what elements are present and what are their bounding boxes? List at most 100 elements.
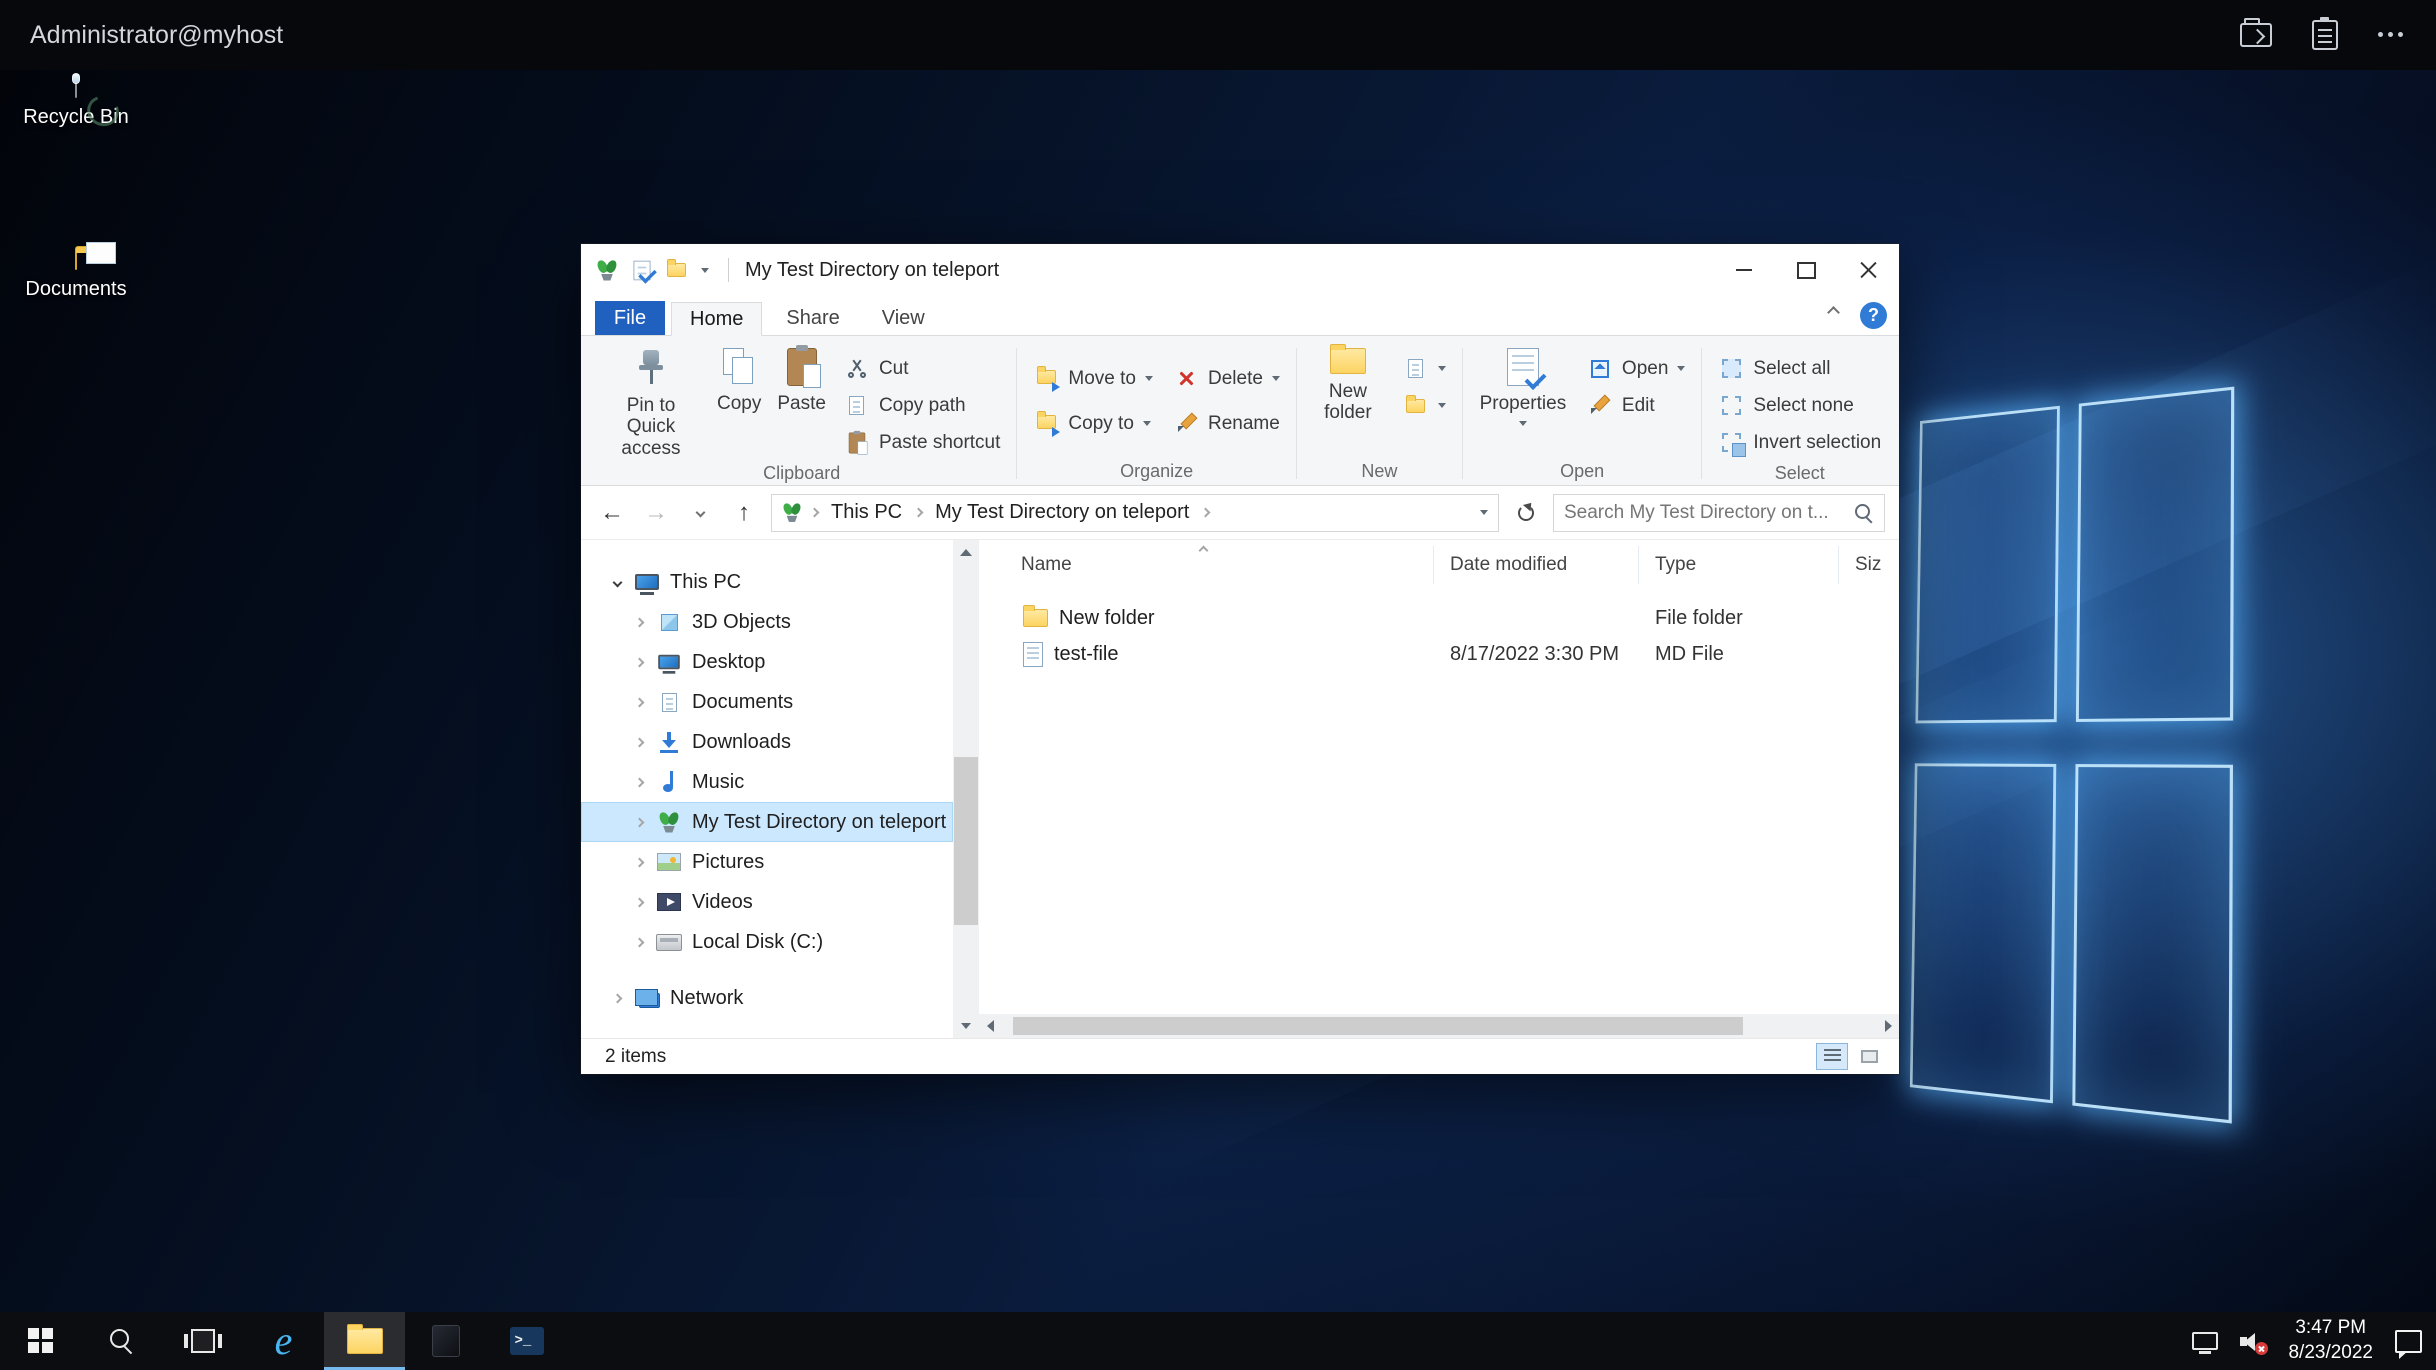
task-view-button[interactable] (162, 1312, 243, 1370)
properties-button[interactable]: Properties (1471, 342, 1575, 426)
nav-item-network[interactable]: Network (581, 978, 953, 1018)
copy-to-button[interactable]: Copy to (1025, 401, 1161, 446)
nav-item-downloads[interactable]: Downloads (581, 722, 953, 762)
breadcrumb-current-folder[interactable]: My Test Directory on teleport (931, 499, 1193, 526)
nav-item-desktop[interactable]: Desktop (581, 642, 953, 682)
rename-button[interactable]: Rename (1165, 401, 1288, 446)
address-bar[interactable]: This PC My Test Directory on teleport (771, 494, 1499, 532)
horizontal-scrollbar[interactable] (979, 1014, 1899, 1038)
expander-icon[interactable] (626, 619, 652, 626)
nav-vertical-scrollbar[interactable] (953, 540, 979, 1038)
nav-item-local-disk-c[interactable]: Local Disk (C:) (581, 922, 953, 962)
pin-to-quick-access-button[interactable]: Pin to Quick access (595, 342, 707, 459)
expander-icon[interactable] (626, 899, 652, 906)
expander-icon[interactable] (626, 859, 652, 866)
back-button[interactable]: ← (595, 496, 629, 530)
help-icon[interactable]: ? (1860, 302, 1887, 329)
expander-icon[interactable] (604, 995, 630, 1002)
scrollbar-thumb[interactable] (1013, 1017, 1743, 1035)
large-icons-view-button[interactable] (1853, 1043, 1885, 1070)
tab-share[interactable]: Share (768, 301, 857, 335)
file-transfer-icon[interactable] (2240, 23, 2272, 47)
search-icon[interactable] (1854, 503, 1874, 523)
pinned-app-button[interactable] (405, 1312, 486, 1370)
nav-item-3d-objects[interactable]: 3D Objects (581, 602, 953, 642)
expander-icon[interactable] (626, 819, 652, 826)
details-view-button[interactable] (1816, 1043, 1848, 1070)
desktop-icon-recycle-bin[interactable]: Recycle Bin (8, 80, 144, 129)
collapse-ribbon-icon[interactable] (1827, 306, 1840, 319)
customize-qat-caret-icon[interactable] (701, 268, 709, 273)
breadcrumb-this-pc[interactable]: This PC (827, 499, 906, 526)
tab-view[interactable]: View (864, 301, 943, 335)
invert-selection-button[interactable]: Invert selection (1710, 424, 1889, 461)
nav-item-my-test-directory[interactable]: My Test Directory on teleport (581, 802, 953, 842)
column-header-name[interactable]: Name (979, 546, 1434, 584)
nav-item-this-pc[interactable]: This PC (581, 562, 953, 602)
taskbar-clock[interactable]: 3:47 PM 8/23/2022 (2288, 1316, 2373, 1365)
new-item-button[interactable] (1395, 350, 1454, 387)
open-button[interactable]: Open (1579, 350, 1693, 387)
breadcrumb-chevron-icon[interactable] (1201, 508, 1211, 518)
copy-path-button[interactable]: Copy path (836, 387, 1008, 424)
new-folder-qat-icon[interactable] (667, 263, 686, 277)
scroll-right-icon[interactable] (1877, 1014, 1899, 1038)
easy-access-button[interactable] (1395, 387, 1454, 424)
select-all-button[interactable]: Select all (1710, 350, 1889, 387)
close-button[interactable] (1837, 244, 1899, 296)
start-button[interactable] (0, 1312, 81, 1370)
taskbar-search-button[interactable] (81, 1312, 162, 1370)
clipboard-icon[interactable] (2312, 20, 2338, 50)
forward-button[interactable]: → (639, 496, 673, 530)
delete-button[interactable]: Delete (1165, 356, 1288, 401)
address-dropdown-caret-icon[interactable] (1480, 510, 1488, 515)
action-center-icon[interactable] (2395, 1330, 2422, 1353)
column-header-date-modified[interactable]: Date modified (1434, 546, 1639, 584)
powershell-button[interactable]: >_ (486, 1312, 567, 1370)
select-none-button[interactable]: Select none (1710, 387, 1889, 424)
column-header-type[interactable]: Type (1639, 546, 1839, 584)
copy-button[interactable]: Copy (711, 342, 767, 414)
breadcrumb-chevron-icon[interactable] (914, 508, 924, 518)
scroll-left-icon[interactable] (979, 1014, 1001, 1038)
new-folder-button[interactable]: New folder (1305, 342, 1391, 424)
up-button[interactable]: ↑ (727, 496, 761, 530)
more-options-icon[interactable] (2378, 32, 2406, 38)
tab-home[interactable]: Home (671, 302, 762, 336)
file-row-test-file[interactable]: test-file 8/17/2022 3:30 PM MD File (979, 636, 1899, 672)
expander-icon[interactable] (626, 779, 652, 786)
paste-button[interactable]: Paste (771, 342, 832, 414)
paste-shortcut-button[interactable]: Paste shortcut (836, 424, 1008, 461)
expander-icon[interactable] (626, 739, 652, 746)
nav-item-pictures[interactable]: Pictures (581, 842, 953, 882)
scrollbar-thumb[interactable] (954, 757, 978, 925)
breadcrumb-chevron-icon[interactable] (810, 508, 820, 518)
maximize-button[interactable] (1775, 244, 1837, 296)
expander-icon[interactable] (604, 579, 630, 586)
nav-item-videos[interactable]: Videos (581, 882, 953, 922)
file-explorer-button[interactable] (324, 1312, 405, 1370)
edit-button[interactable]: Edit (1579, 387, 1693, 424)
minimize-button[interactable] (1713, 244, 1775, 296)
recent-locations-caret-icon[interactable] (683, 496, 717, 530)
column-header-size[interactable]: Siz (1839, 546, 1899, 584)
tray-volume-muted-icon[interactable] (2240, 1330, 2266, 1352)
refresh-button[interactable] (1509, 496, 1543, 530)
search-input[interactable] (1564, 502, 1846, 524)
cut-button[interactable]: Cut (836, 350, 1008, 387)
properties-qat-icon[interactable] (634, 260, 651, 280)
title-bar[interactable]: My Test Directory on teleport (581, 244, 1899, 296)
expander-icon[interactable] (626, 699, 652, 706)
scroll-up-icon[interactable] (953, 540, 979, 564)
expander-icon[interactable] (626, 939, 652, 946)
move-to-button[interactable]: Move to (1025, 356, 1161, 401)
scroll-down-icon[interactable] (953, 1014, 979, 1038)
tray-display-icon[interactable] (2192, 1332, 2218, 1350)
tab-file[interactable]: File (595, 301, 665, 335)
nav-item-music[interactable]: Music (581, 762, 953, 802)
internet-explorer-button[interactable]: e (243, 1312, 324, 1370)
file-row-new-folder[interactable]: New folder File folder (979, 600, 1899, 636)
desktop-icon-documents[interactable]: Documents (8, 252, 144, 301)
expander-icon[interactable] (626, 659, 652, 666)
nav-item-documents[interactable]: Documents (581, 682, 953, 722)
